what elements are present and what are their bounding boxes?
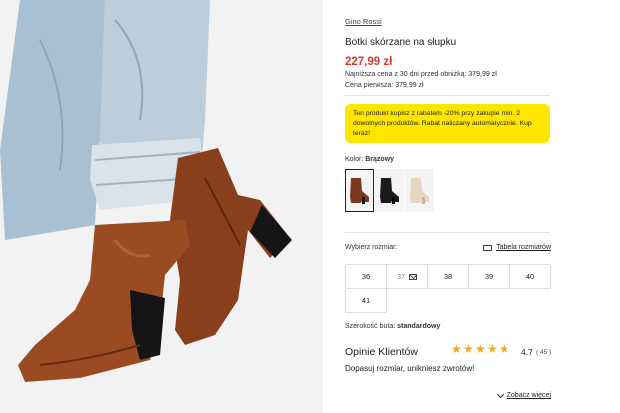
notify-mail-icon [409,273,418,280]
swatch-brown[interactable] [345,169,374,212]
brand-link[interactable]: Gino Rossi [345,17,382,26]
star-half-icon: ★ [499,342,510,356]
shoe-width-label: Szerokość buta: standardowy [345,323,440,330]
size-option-label: 36 [361,272,371,281]
see-more-link[interactable]: Zobacz więcej [496,390,551,399]
size-option-40[interactable]: 40 [509,264,551,289]
product-price: 227,99 zł [345,56,393,68]
rating-value: 4.7 [521,347,533,357]
star-icon: ★ [463,342,474,356]
size-option-41[interactable]: 41 [345,288,387,313]
size-option-label: 39 [484,272,494,281]
lowest-price-note: Najniższa cena z 30 dni przed obniżką: 3… [345,71,497,78]
swatch-beige[interactable] [405,169,434,212]
size-option-39[interactable]: 39 [468,264,510,289]
size-option-37[interactable]: 37 [386,264,428,289]
promo-banner: Ten produkt kupisz z rabatem -20% przy z… [345,104,550,143]
reviews-tagline: Dopasuj rozmiar, unikniesz zwrotów! [345,364,475,373]
first-price-note: Cena pierwsza: 379,99 zł [345,82,424,89]
product-info-panel: Gino Rossi Botki skórzane na słupku 227,… [345,0,553,413]
rating-count: ( 45 ) [536,349,552,356]
size-grid: 36 37 38 39 40 41 [345,264,551,313]
size-option-label: 41 [361,296,371,305]
star-icon: ★ [487,342,498,356]
divider [345,95,550,96]
swatch-black[interactable] [375,169,404,212]
divider [345,232,550,233]
boot-thumbnail-icon [410,177,429,204]
product-photo [0,0,323,413]
shoe-width-value: standardowy [397,323,441,330]
color-label: Kolor: Brązowy [345,156,394,163]
reviews-title: Opinie Klientów [345,346,418,358]
product-title: Botki skórzane na słupku [345,37,457,48]
boot-thumbnail-icon [380,177,399,204]
color-swatches [345,169,434,212]
color-value: Brązowy [365,156,395,163]
boot-thumbnail-icon [350,177,369,204]
size-option-label: 40 [525,272,535,281]
color-label-text: Kolor: [345,156,364,163]
star-icon: ★ [475,342,486,356]
size-option-38[interactable]: 38 [427,264,469,289]
star-icon: ★ [451,342,462,356]
ruler-icon [483,244,493,251]
size-guide-link[interactable]: Tabela rozmiarów [483,244,551,251]
size-option-36[interactable]: 36 [345,264,387,289]
see-more-label: Zobacz więcej [506,392,551,399]
size-option-label: 38 [443,272,453,281]
size-option-label: 37 [396,272,406,281]
chevron-down-icon [496,390,504,398]
star-rating: ★ ★ ★ ★ ★ [451,342,510,356]
size-label: Wybierz rozmiar: [345,244,398,251]
size-guide-label: Tabela rozmiarów [496,244,551,251]
shoe-width-label-text: Szerokość buta: [345,323,396,330]
